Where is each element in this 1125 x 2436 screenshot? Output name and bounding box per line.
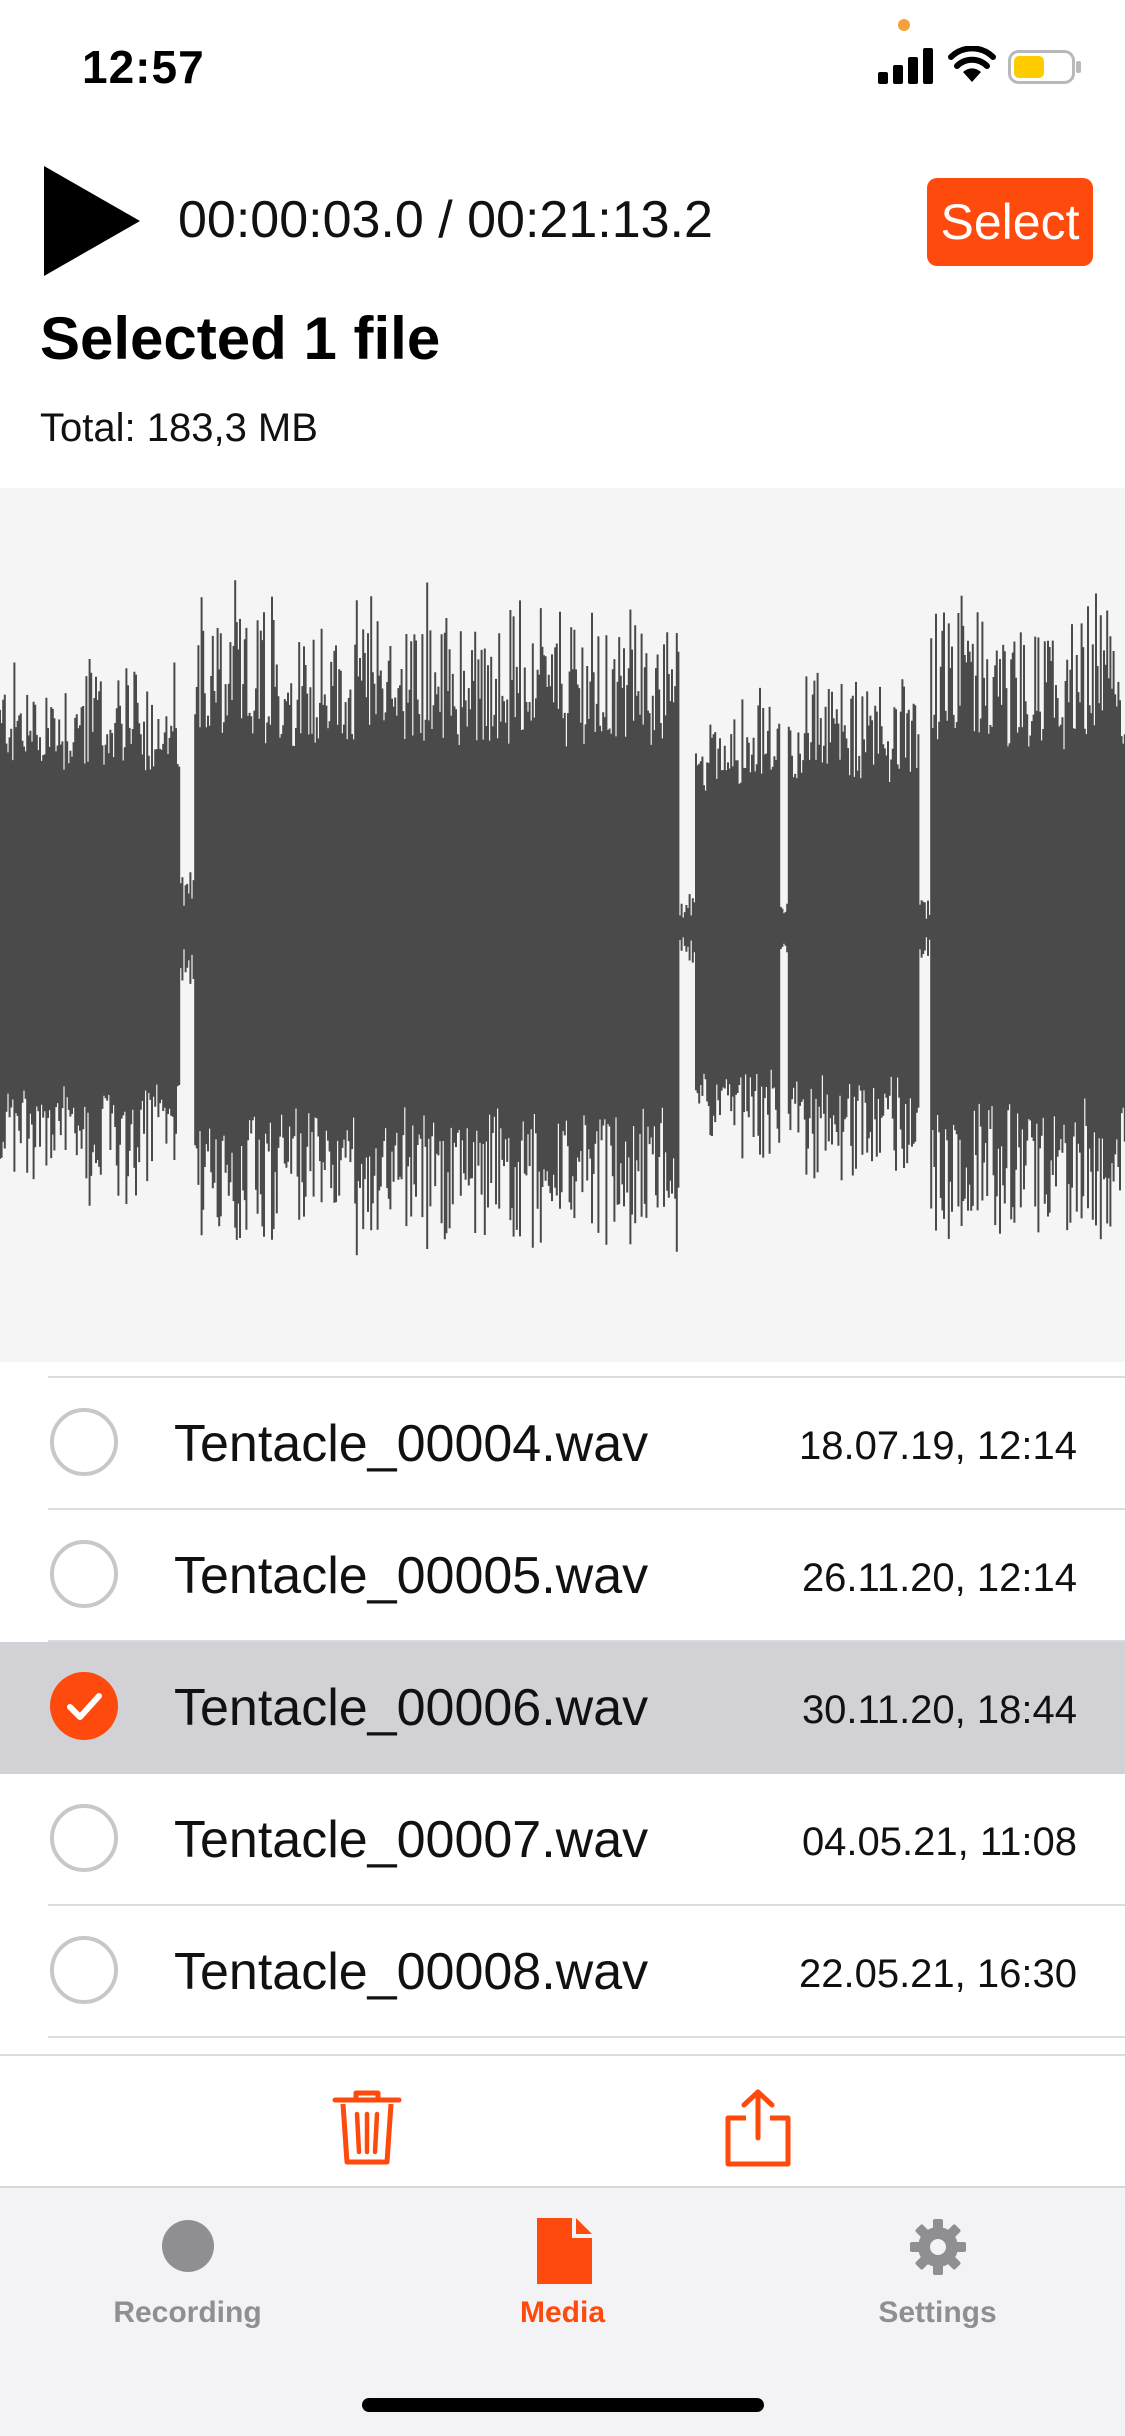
file-date: 18.07.19, 12:14 <box>798 1424 1077 1468</box>
play-button[interactable] <box>42 166 142 276</box>
select-button[interactable]: Select <box>927 178 1093 266</box>
selection-title: Selected 1 file <box>40 305 441 372</box>
file-date: 04.05.21, 11:08 <box>801 1820 1077 1864</box>
tab-label: Media <box>519 2296 606 2329</box>
row-divider <box>48 2036 1125 2038</box>
file-row[interactable]: Tentacle_00007.wav 04.05.21, 11:08 <box>0 1774 1125 1906</box>
file-row[interactable]: Tentacle_00004.wav 18.07.19, 12:14 <box>0 1378 1125 1510</box>
signal-bars-icon <box>878 48 933 84</box>
share-icon[interactable] <box>724 2088 792 2168</box>
file-name: Tentacle_00005.wav <box>174 1547 649 1605</box>
waveform-panel[interactable] <box>0 488 1125 1362</box>
selection-radio[interactable] <box>50 1540 118 1608</box>
file-row[interactable]: Tentacle_00005.wav 26.11.20, 12:14 <box>0 1510 1125 1642</box>
file-name: Tentacle_00008.wav <box>174 1943 649 2001</box>
audio-waveform <box>0 580 1125 1256</box>
selection-radio[interactable] <box>50 1804 118 1872</box>
tab-recording[interactable]: Recording <box>0 2188 375 2388</box>
wifi-icon <box>948 46 996 82</box>
checkmark-icon <box>67 1693 102 1720</box>
tab-media[interactable]: Media <box>375 2188 750 2388</box>
document-icon <box>536 2218 592 2284</box>
battery-icon <box>1008 50 1081 84</box>
home-indicator[interactable] <box>362 2398 764 2412</box>
total-size: Total: 183,3 MB <box>40 406 318 450</box>
selection-radio-checked[interactable] <box>50 1672 118 1740</box>
file-date: 30.11.20, 18:44 <box>801 1688 1077 1732</box>
file-name: Tentacle_00004.wav <box>174 1415 649 1473</box>
file-row[interactable]: Tentacle_00008.wav 22.05.21, 16:30 <box>0 1906 1125 2038</box>
media-screen: 12:57 00:00:03.0 / 00:21:13.2 Select Sel… <box>0 0 1125 2436</box>
status-bar: 12:57 <box>0 0 1125 132</box>
record-dot-icon <box>161 2220 214 2272</box>
trash-icon[interactable] <box>332 2090 402 2166</box>
file-name: Tentacle_00007.wav <box>174 1811 649 1869</box>
tab-settings[interactable]: Settings <box>750 2188 1125 2388</box>
tab-label: Recording <box>113 2296 262 2329</box>
file-date: 26.11.20, 12:14 <box>801 1556 1077 1600</box>
file-date: 22.05.21, 16:30 <box>798 1952 1077 1996</box>
tab-bar: Recording Media Settings <box>0 2186 1125 2436</box>
waveform-path <box>0 580 1125 1256</box>
file-row-selected[interactable]: Tentacle_00006.wav 30.11.20, 18:44 <box>0 1642 1125 1774</box>
action-bar <box>0 2054 1125 2188</box>
privacy-indicator-dot <box>898 19 910 31</box>
file-name: Tentacle_00006.wav <box>174 1679 649 1737</box>
gear-icon <box>909 2219 966 2275</box>
playback-time-readout: 00:00:03.0 / 00:21:13.2 <box>178 191 713 249</box>
status-time: 12:57 <box>82 41 205 93</box>
play-icon <box>44 166 140 276</box>
tab-label: Settings <box>878 2296 997 2329</box>
selection-radio[interactable] <box>50 1936 118 2004</box>
selection-radio[interactable] <box>50 1408 118 1476</box>
